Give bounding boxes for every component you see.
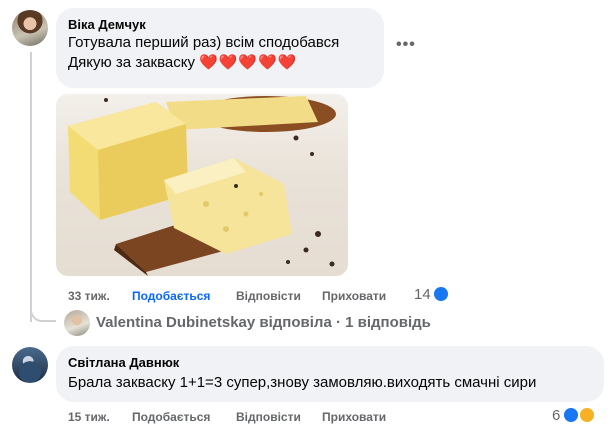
comment-text-line-2: Дякую за закваску ❤️❤️❤️❤️❤️: [68, 53, 372, 73]
comment-text-line: Готувала перший раз) всім сподобався: [68, 34, 340, 51]
avatar[interactable]: [12, 10, 48, 46]
comment-bubble: Світлана Давнюк Брала закваску 1+1=3 суп…: [56, 346, 604, 402]
comment-time[interactable]: 15 тиж.: [68, 410, 110, 424]
like-icon[interactable]: [432, 285, 450, 303]
hide-button[interactable]: Приховати: [322, 410, 386, 424]
reaction-count[interactable]: 6: [552, 407, 560, 424]
more-dots-icon[interactable]: •••: [396, 37, 416, 53]
comment-text: Дякую за закваску: [68, 54, 195, 71]
comment-photo[interactable]: [56, 94, 348, 276]
comment-author[interactable]: Світлана Давнюк: [68, 354, 592, 371]
reply-button[interactable]: Відповісти: [236, 289, 301, 303]
comment-time[interactable]: 33 тиж.: [68, 289, 110, 303]
hide-button[interactable]: Приховати: [322, 289, 386, 303]
reaction-count[interactable]: 14: [414, 286, 431, 303]
like-button[interactable]: Подобається: [132, 289, 210, 303]
like-button[interactable]: Подобається: [132, 410, 210, 424]
avatar[interactable]: [12, 347, 48, 383]
haha-icon[interactable]: [578, 406, 596, 424]
comment-actions: 15 тиж. Подобається Відповісти Приховати: [68, 410, 388, 426]
comment-author[interactable]: Віка Демчук: [68, 16, 372, 33]
thread-line: [30, 52, 32, 322]
comment-bubble: Віка Демчук Готувала перший раз) всім сп…: [56, 8, 384, 88]
thread-connector: [30, 300, 56, 322]
heart-emoji: ❤️❤️❤️❤️❤️: [198, 54, 298, 71]
reply-avatar[interactable]: [64, 310, 90, 336]
view-replies-link[interactable]: Valentina Dubinetskay відповіла · 1 відп…: [96, 314, 431, 331]
comment-text: Брала закваску 1+1=3 супер,знову замовля…: [68, 374, 537, 391]
comment-actions: 33 тиж. Подобається Відповісти Приховати: [68, 289, 388, 305]
reply-button[interactable]: Відповісти: [236, 410, 301, 424]
